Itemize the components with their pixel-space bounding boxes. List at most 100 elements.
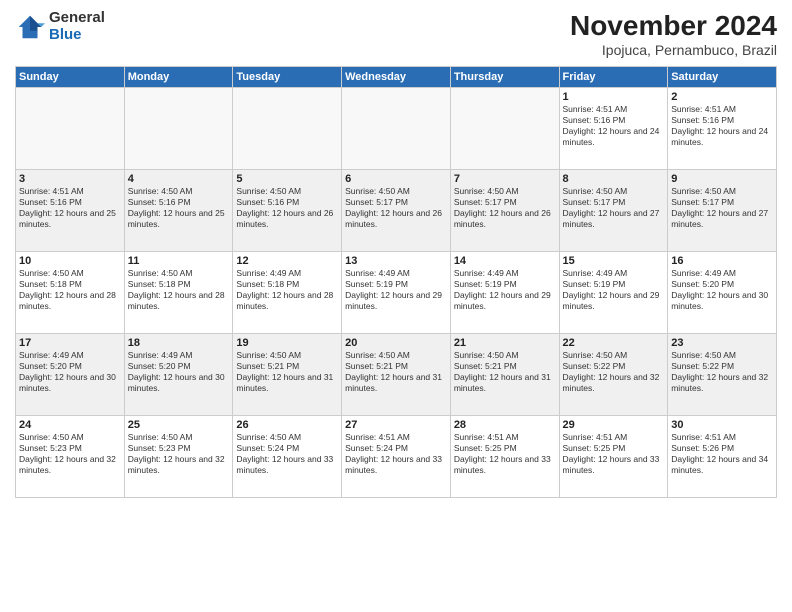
day-info: Sunrise: 4:49 AM Sunset: 5:20 PM Dayligh… <box>19 350 121 394</box>
location: Ipojuca, Pernambuco, Brazil <box>570 42 777 58</box>
calendar-cell: 13Sunrise: 4:49 AM Sunset: 5:19 PM Dayli… <box>342 252 451 334</box>
calendar-cell: 7Sunrise: 4:50 AM Sunset: 5:17 PM Daylig… <box>450 170 559 252</box>
calendar-cell <box>233 88 342 170</box>
calendar-cell: 8Sunrise: 4:50 AM Sunset: 5:17 PM Daylig… <box>559 170 668 252</box>
day-info: Sunrise: 4:50 AM Sunset: 5:21 PM Dayligh… <box>454 350 556 394</box>
day-info: Sunrise: 4:49 AM Sunset: 5:18 PM Dayligh… <box>236 268 338 312</box>
calendar-table: Sunday Monday Tuesday Wednesday Thursday… <box>15 66 777 498</box>
calendar-cell: 29Sunrise: 4:51 AM Sunset: 5:25 PM Dayli… <box>559 416 668 498</box>
day-number: 13 <box>345 255 447 267</box>
page: General Blue November 2024 Ipojuca, Pern… <box>0 0 792 612</box>
col-friday: Friday <box>559 67 668 88</box>
day-info: Sunrise: 4:50 AM Sunset: 5:24 PM Dayligh… <box>236 432 338 476</box>
day-number: 29 <box>563 419 665 431</box>
day-number: 10 <box>19 255 121 267</box>
calendar-cell <box>450 88 559 170</box>
day-info: Sunrise: 4:51 AM Sunset: 5:25 PM Dayligh… <box>454 432 556 476</box>
day-number: 17 <box>19 337 121 349</box>
calendar-cell: 3Sunrise: 4:51 AM Sunset: 5:16 PM Daylig… <box>16 170 125 252</box>
day-number: 11 <box>128 255 230 267</box>
day-number: 25 <box>128 419 230 431</box>
logo-icon <box>15 12 45 42</box>
day-number: 2 <box>671 91 773 103</box>
day-info: Sunrise: 4:50 AM Sunset: 5:21 PM Dayligh… <box>236 350 338 394</box>
calendar-cell: 12Sunrise: 4:49 AM Sunset: 5:18 PM Dayli… <box>233 252 342 334</box>
day-number: 26 <box>236 419 338 431</box>
day-info: Sunrise: 4:50 AM Sunset: 5:21 PM Dayligh… <box>345 350 447 394</box>
calendar-week-4: 24 Sunrise: 4:50 AM Sunset: 5:23 PM Dayli… <box>16 416 777 498</box>
day-number: 12 <box>236 255 338 267</box>
day-number: 23 <box>671 337 773 349</box>
day-number: 24 <box>19 419 121 431</box>
col-wednesday: Wednesday <box>342 67 451 88</box>
calendar-cell: 4Sunrise: 4:50 AM Sunset: 5:16 PM Daylig… <box>124 170 233 252</box>
logo-blue: Blue <box>49 27 105 44</box>
day-info: Sunrise: 4:51 AM Sunset: 5:16 PM Dayligh… <box>19 186 121 230</box>
day-number: 7 <box>454 173 556 185</box>
day-info: Sunrise: 4:51 AM Sunset: 5:16 PM Dayligh… <box>563 104 665 148</box>
calendar-cell <box>16 88 125 170</box>
day-number: 21 <box>454 337 556 349</box>
day-info: Sunrise: 4:50 AM Sunset: 5:17 PM Dayligh… <box>671 186 773 230</box>
day-number: 15 <box>563 255 665 267</box>
calendar-cell: 27Sunrise: 4:51 AM Sunset: 5:24 PM Dayli… <box>342 416 451 498</box>
day-info: Sunrise: 4:49 AM Sunset: 5:20 PM Dayligh… <box>671 268 773 312</box>
day-info: Sunrise: 4:50 AM Sunset: 5:18 PM Dayligh… <box>128 268 230 312</box>
day-info: Sunrise: 4:50 AM Sunset: 5:22 PM Dayligh… <box>563 350 665 394</box>
calendar-cell: 10Sunrise: 4:50 AM Sunset: 5:18 PM Dayli… <box>16 252 125 334</box>
day-info: Sunrise: 4:50 AM Sunset: 5:17 PM Dayligh… <box>345 186 447 230</box>
logo-text: General Blue <box>49 10 105 43</box>
calendar-week-0: 1Sunrise: 4:51 AM Sunset: 5:16 PM Daylig… <box>16 88 777 170</box>
month-title: November 2024 <box>570 10 777 42</box>
day-info: Sunrise: 4:50 AM Sunset: 5:16 PM Dayligh… <box>236 186 338 230</box>
day-info: Sunrise: 4:50 AM Sunset: 5:23 PM Dayligh… <box>128 432 230 476</box>
day-number: 4 <box>128 173 230 185</box>
day-number: 20 <box>345 337 447 349</box>
day-number: 5 <box>236 173 338 185</box>
day-info: Sunrise: 4:50 AM Sunset: 5:22 PM Dayligh… <box>671 350 773 394</box>
calendar-cell: 21Sunrise: 4:50 AM Sunset: 5:21 PM Dayli… <box>450 334 559 416</box>
day-info: Sunrise: 4:51 AM Sunset: 5:24 PM Dayligh… <box>345 432 447 476</box>
day-info: Sunrise: 4:49 AM Sunset: 5:19 PM Dayligh… <box>345 268 447 312</box>
header-row: Sunday Monday Tuesday Wednesday Thursday… <box>16 67 777 88</box>
day-info: Sunrise: 4:50 AM Sunset: 5:17 PM Dayligh… <box>563 186 665 230</box>
day-number: 27 <box>345 419 447 431</box>
calendar-cell: 1Sunrise: 4:51 AM Sunset: 5:16 PM Daylig… <box>559 88 668 170</box>
calendar-week-3: 17Sunrise: 4:49 AM Sunset: 5:20 PM Dayli… <box>16 334 777 416</box>
calendar-cell: 5Sunrise: 4:50 AM Sunset: 5:16 PM Daylig… <box>233 170 342 252</box>
col-tuesday: Tuesday <box>233 67 342 88</box>
calendar-cell: 23Sunrise: 4:50 AM Sunset: 5:22 PM Dayli… <box>668 334 777 416</box>
calendar-cell: 26Sunrise: 4:50 AM Sunset: 5:24 PM Dayli… <box>233 416 342 498</box>
day-number: 1 <box>563 91 665 103</box>
calendar-cell: 17Sunrise: 4:49 AM Sunset: 5:20 PM Dayli… <box>16 334 125 416</box>
day-number: 19 <box>236 337 338 349</box>
day-info: Sunrise: 4:51 AM Sunset: 5:16 PM Dayligh… <box>671 104 773 148</box>
calendar-cell: 16Sunrise: 4:49 AM Sunset: 5:20 PM Dayli… <box>668 252 777 334</box>
day-number: 14 <box>454 255 556 267</box>
day-info: Sunrise: 4:49 AM Sunset: 5:19 PM Dayligh… <box>563 268 665 312</box>
day-info: Sunrise: 4:50 AM Sunset: 5:17 PM Dayligh… <box>454 186 556 230</box>
day-number: 30 <box>671 419 773 431</box>
col-thursday: Thursday <box>450 67 559 88</box>
day-number: 6 <box>345 173 447 185</box>
calendar-cell <box>342 88 451 170</box>
day-number: 9 <box>671 173 773 185</box>
calendar-week-2: 10 Sunrise: 4:50 AM Sunset: 5:18 PM Dayli… <box>16 252 777 334</box>
calendar-cell: 22Sunrise: 4:50 AM Sunset: 5:22 PM Dayli… <box>559 334 668 416</box>
day-number: 18 <box>128 337 230 349</box>
day-info: Sunrise: 4:49 AM Sunset: 5:19 PM Dayligh… <box>454 268 556 312</box>
calendar-cell: 14Sunrise: 4:49 AM Sunset: 5:19 PM Dayli… <box>450 252 559 334</box>
calendar-cell: 20Sunrise: 4:50 AM Sunset: 5:21 PM Dayli… <box>342 334 451 416</box>
day-info: Sunrise: 4:51 AM Sunset: 5:25 PM Dayligh… <box>563 432 665 476</box>
calendar-cell: 11Sunrise: 4:50 AM Sunset: 5:18 PM Dayli… <box>124 252 233 334</box>
col-monday: Monday <box>124 67 233 88</box>
calendar-cell: 19Sunrise: 4:50 AM Sunset: 5:21 PM Dayli… <box>233 334 342 416</box>
calendar-cell: 15Sunrise: 4:49 AM Sunset: 5:19 PM Dayli… <box>559 252 668 334</box>
col-sunday: Sunday <box>16 67 125 88</box>
day-number: 28 <box>454 419 556 431</box>
header: General Blue November 2024 Ipojuca, Pern… <box>15 10 777 58</box>
calendar-cell: 9Sunrise: 4:50 AM Sunset: 5:17 PM Daylig… <box>668 170 777 252</box>
title-block: November 2024 Ipojuca, Pernambuco, Brazi… <box>570 10 777 58</box>
day-info: Sunrise: 4:49 AM Sunset: 5:20 PM Dayligh… <box>128 350 230 394</box>
calendar-cell: 30Sunrise: 4:51 AM Sunset: 5:26 PM Dayli… <box>668 416 777 498</box>
